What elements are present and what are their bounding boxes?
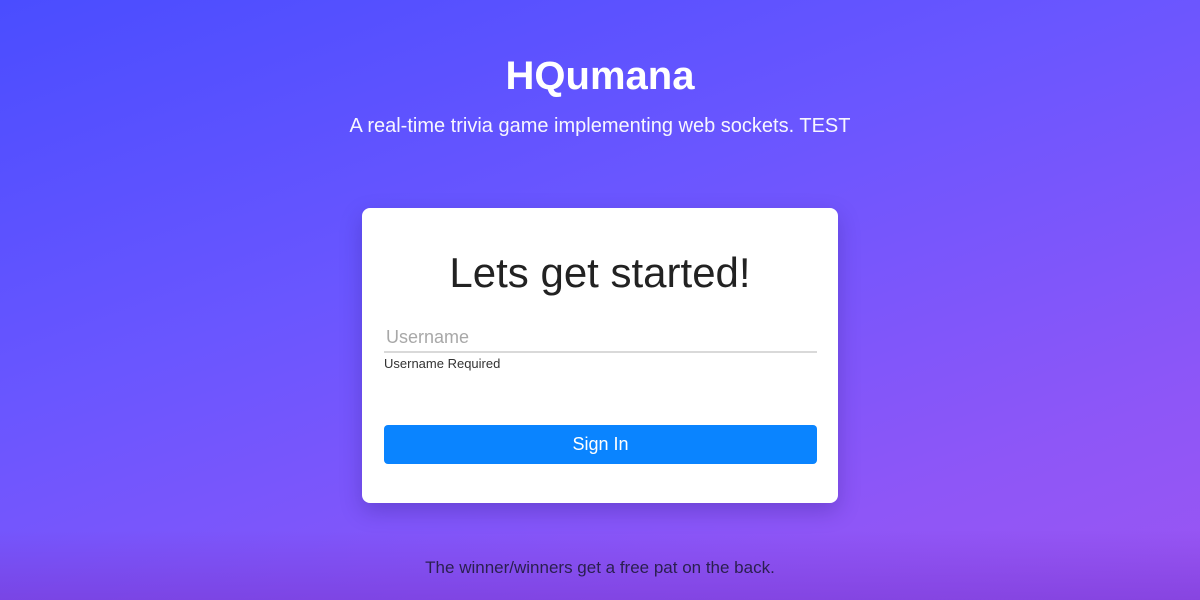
footer-text: The winner/winners get a free pat on the… bbox=[425, 558, 775, 577]
username-required-hint: Username Required bbox=[384, 356, 501, 371]
login-heading: Lets get started! bbox=[449, 249, 751, 296]
username-input[interactable] bbox=[384, 323, 817, 353]
sign-in-button[interactable]: Sign In bbox=[384, 425, 817, 464]
app-title: HQumana bbox=[505, 54, 695, 98]
app-subtitle: A real-time trivia game implementing web… bbox=[349, 115, 851, 137]
